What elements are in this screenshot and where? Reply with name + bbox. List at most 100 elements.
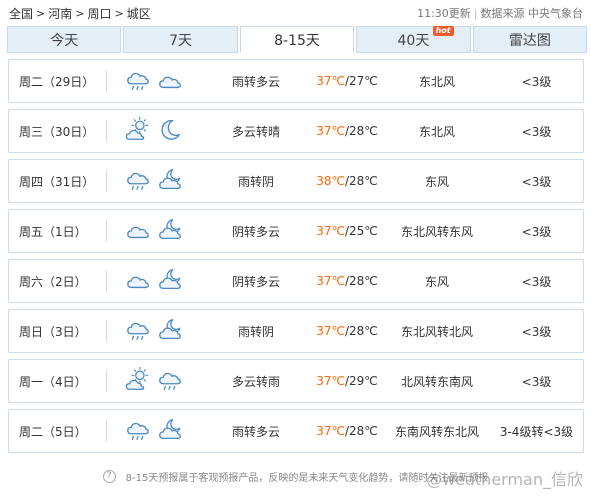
weather-description: 多云转晴 <box>231 124 280 139</box>
temperature: 37℃/29℃ <box>312 374 382 388</box>
data-source: 数据来源 中央气象台 <box>480 7 584 20</box>
low-temperature: /28℃ <box>344 274 378 288</box>
forecast-list: 周二（29日） 雨转多云 37℃/27℃ 东北风 <3级 周三（30日） 多云转… <box>8 59 584 459</box>
wind-direction: 东北风转东风 <box>400 224 473 239</box>
update-info: 11:30更新 | 数据来源 中央气象台 <box>417 5 583 21</box>
high-temperature: 37℃ <box>316 374 345 388</box>
partly-cloudy-day-icon <box>125 116 151 146</box>
low-temperature: /25℃ <box>344 224 378 238</box>
high-temperature: 37℃ <box>316 74 345 88</box>
forecast-row[interactable]: 周三（30日） 多云转晴 37℃/28℃ 东北风 <3级 <box>8 109 584 153</box>
cloud-moon-icon <box>157 317 183 346</box>
tab-label: 40天 <box>397 32 430 49</box>
forecast-row[interactable]: 周四（31日） 雨转阴 38℃/28℃ 东风 <3级 <box>8 159 584 203</box>
wind-level: 3-4级转<3级 <box>499 424 574 439</box>
breadcrumb-district: 城区 <box>126 6 151 21</box>
wind-level: <3级 <box>521 374 552 389</box>
wind-direction: 东北风转北风 <box>400 324 473 339</box>
low-temperature: /28℃ <box>344 124 378 138</box>
temperature: 38℃/28℃ <box>312 174 382 188</box>
forecast-row[interactable]: 周五（1日） 阴转多云 37℃/25℃ 东北风转东风 <3级 <box>8 209 584 253</box>
weather-icons <box>107 116 200 146</box>
low-temperature: /27℃ <box>344 74 378 88</box>
low-temperature: /29℃ <box>344 374 378 388</box>
tab-8-15-days[interactable]: 8-15天 <box>239 26 355 53</box>
cloud-rain-icon <box>157 367 183 396</box>
wind-level: <3级 <box>521 224 552 239</box>
high-temperature: 37℃ <box>316 124 345 138</box>
temperature: 37℃/25℃ <box>312 224 382 238</box>
high-temperature: 38℃ <box>316 174 345 188</box>
weather-icons <box>107 67 200 96</box>
weather-icons <box>107 267 200 296</box>
low-temperature: /28℃ <box>344 424 378 438</box>
temperature: 37℃/27℃ <box>312 74 382 88</box>
divider: | <box>473 6 478 20</box>
partly-cloudy-day-icon <box>125 366 151 396</box>
wind-level: <3级 <box>521 124 552 139</box>
temperature: 37℃/28℃ <box>312 124 382 138</box>
weather-icons <box>107 366 200 396</box>
temperature: 37℃/28℃ <box>312 424 382 438</box>
high-temperature: 37℃ <box>316 274 345 288</box>
forecast-date: 周日（3日） <box>19 324 87 339</box>
forecast-row[interactable]: 周一（4日） 多云转雨 37℃/29℃ 北风转东南风 <3级 <box>8 359 584 403</box>
forecast-date: 周二（5日） <box>19 424 87 439</box>
forecast-row[interactable]: 周日（3日） 雨转阴 37℃/28℃ 东北风转北风 <3级 <box>8 309 584 353</box>
tab-today[interactable]: 今天 <box>7 26 122 53</box>
breadcrumb-country[interactable]: 全国 <box>9 5 33 22</box>
breadcrumb-city[interactable]: 周口 <box>87 5 111 22</box>
tab-label: 7天 <box>169 32 193 49</box>
forecast-row[interactable]: 周二（5日） 雨转多云 37℃/28℃ 东南风转东北风 3-4级转<3级 <box>8 409 584 453</box>
temperature: 37℃/28℃ <box>312 274 382 288</box>
watermark: @weatherman_信欣 <box>426 470 583 489</box>
weather-icons <box>107 417 200 446</box>
tab-40-days[interactable]: 40天 hot <box>356 26 471 53</box>
hot-badge: hot <box>432 26 454 36</box>
wind-direction: 北风转东南风 <box>400 374 473 389</box>
moon-icon <box>157 117 183 146</box>
forecast-date: 周二（29日） <box>19 74 95 89</box>
wind-direction: 东北风 <box>418 74 455 89</box>
cloud-rain-icon <box>125 67 151 96</box>
high-temperature: 37℃ <box>316 324 345 338</box>
cloud-icon <box>125 267 151 296</box>
tab-7-days[interactable]: 7天 <box>123 26 238 53</box>
weather-icons <box>107 217 200 246</box>
weather-description: 阴转多云 <box>231 274 280 289</box>
breadcrumb-separator: > <box>36 6 46 20</box>
high-temperature: 37℃ <box>316 424 345 438</box>
update-time: 11:30更新 <box>417 7 471 20</box>
weather-description: 雨转阴 <box>237 324 274 339</box>
weather-description: 雨转多云 <box>231 74 280 89</box>
question-icon[interactable]: ? <box>102 469 116 483</box>
temperature: 37℃/28℃ <box>312 324 382 338</box>
wind-level: <3级 <box>521 324 552 339</box>
forecast-date: 周三（30日） <box>19 124 95 139</box>
top-bar: 全国 > 河南 > 周口 > 城区 11:30更新 | 数据来源 中央气象台 <box>0 0 591 26</box>
cloud-rain-icon <box>125 167 151 196</box>
breadcrumb: 全国 > 河南 > 周口 > 城区 <box>9 5 151 22</box>
weather-icons <box>107 167 200 196</box>
cloud-moon-icon <box>157 167 183 196</box>
low-temperature: /28℃ <box>344 174 378 188</box>
cloud-moon-icon <box>157 417 183 446</box>
wind-level: <3级 <box>521 274 552 289</box>
weather-description: 雨转多云 <box>231 424 280 439</box>
cloud-moon-icon <box>157 267 183 296</box>
breadcrumb-province[interactable]: 河南 <box>48 5 72 22</box>
forecast-date: 周一（4日） <box>19 374 87 389</box>
cloud-icon <box>157 67 183 96</box>
forecast-tabs: 今天 7天 8-15天 40天 hot 雷达图 <box>7 26 588 53</box>
weather-description: 阴转多云 <box>231 224 280 239</box>
tab-label: 雷达图 <box>508 32 551 49</box>
tab-radar[interactable]: 雷达图 <box>472 26 588 53</box>
forecast-row[interactable]: 周六（2日） 阴转多云 37℃/28℃ 东风 <3级 <box>8 259 584 303</box>
wind-level: <3级 <box>521 74 552 89</box>
forecast-date: 周五（1日） <box>19 224 87 239</box>
forecast-row[interactable]: 周二（29日） 雨转多云 37℃/27℃ 东北风 <3级 <box>8 59 584 103</box>
weather-description: 多云转雨 <box>231 374 280 389</box>
low-temperature: /28℃ <box>344 324 378 338</box>
wind-direction: 东南风转东北风 <box>394 424 479 439</box>
cloud-rain-icon <box>125 317 151 346</box>
